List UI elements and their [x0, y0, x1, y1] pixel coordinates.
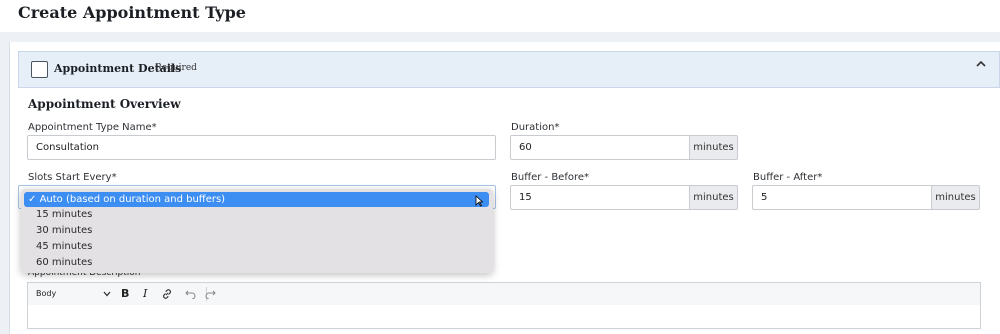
bold-button[interactable]: B: [121, 287, 129, 300]
description-editor[interactable]: [27, 305, 981, 329]
dropdown-option[interactable]: 15 minutes: [36, 209, 92, 220]
duration-unit: minutes: [690, 135, 738, 160]
buffer-before-input[interactable]: 15: [510, 185, 690, 210]
page-title: Create Appointment Type: [18, 3, 246, 22]
slots-dropdown-menu: ✓ Auto (based on duration and buffers) 1…: [21, 189, 493, 273]
buffer-after-label: Buffer - After*: [753, 172, 823, 183]
name-label: Appointment Type Name*: [28, 122, 157, 133]
chevron-down-icon[interactable]: [103, 291, 111, 297]
buffer-before-unit: minutes: [690, 185, 738, 210]
mouse-cursor-icon: [475, 195, 483, 207]
dropdown-option[interactable]: 30 minutes: [36, 225, 92, 236]
option-label: Auto (based on duration and buffers): [39, 194, 226, 205]
style-select[interactable]: Body: [36, 289, 56, 298]
checkmark-icon: ✓: [28, 194, 37, 205]
duration-input[interactable]: 60: [510, 135, 690, 160]
duration-label: Duration*: [511, 122, 560, 133]
dropdown-option[interactable]: 45 minutes: [36, 241, 92, 252]
dropdown-option-selected[interactable]: ✓ Auto (based on duration and buffers): [24, 192, 489, 207]
buffer-after-input[interactable]: 5: [752, 185, 932, 210]
appointment-name-input[interactable]: Consultation: [27, 135, 496, 160]
italic-button[interactable]: I: [143, 287, 147, 300]
dropdown-option[interactable]: 60 minutes: [36, 257, 92, 268]
chevron-up-icon[interactable]: [975, 58, 987, 70]
section-subheading: Appointment Overview: [28, 97, 181, 111]
undo-icon[interactable]: [185, 289, 196, 299]
slots-label: Slots Start Every*: [28, 172, 117, 183]
buffer-after-unit: minutes: [932, 185, 980, 210]
buffer-before-label: Buffer - Before*: [511, 172, 590, 183]
required-badge: Required: [155, 63, 197, 73]
page-header: Create Appointment Type: [0, 0, 1000, 32]
editor-toolbar: Body B I: [27, 282, 981, 306]
link-icon[interactable]: [161, 288, 173, 300]
section-header-appointment-details[interactable]: Appointment Details Required: [18, 51, 1000, 88]
checkbox-icon[interactable]: [31, 61, 48, 78]
redo-icon[interactable]: [205, 289, 216, 299]
